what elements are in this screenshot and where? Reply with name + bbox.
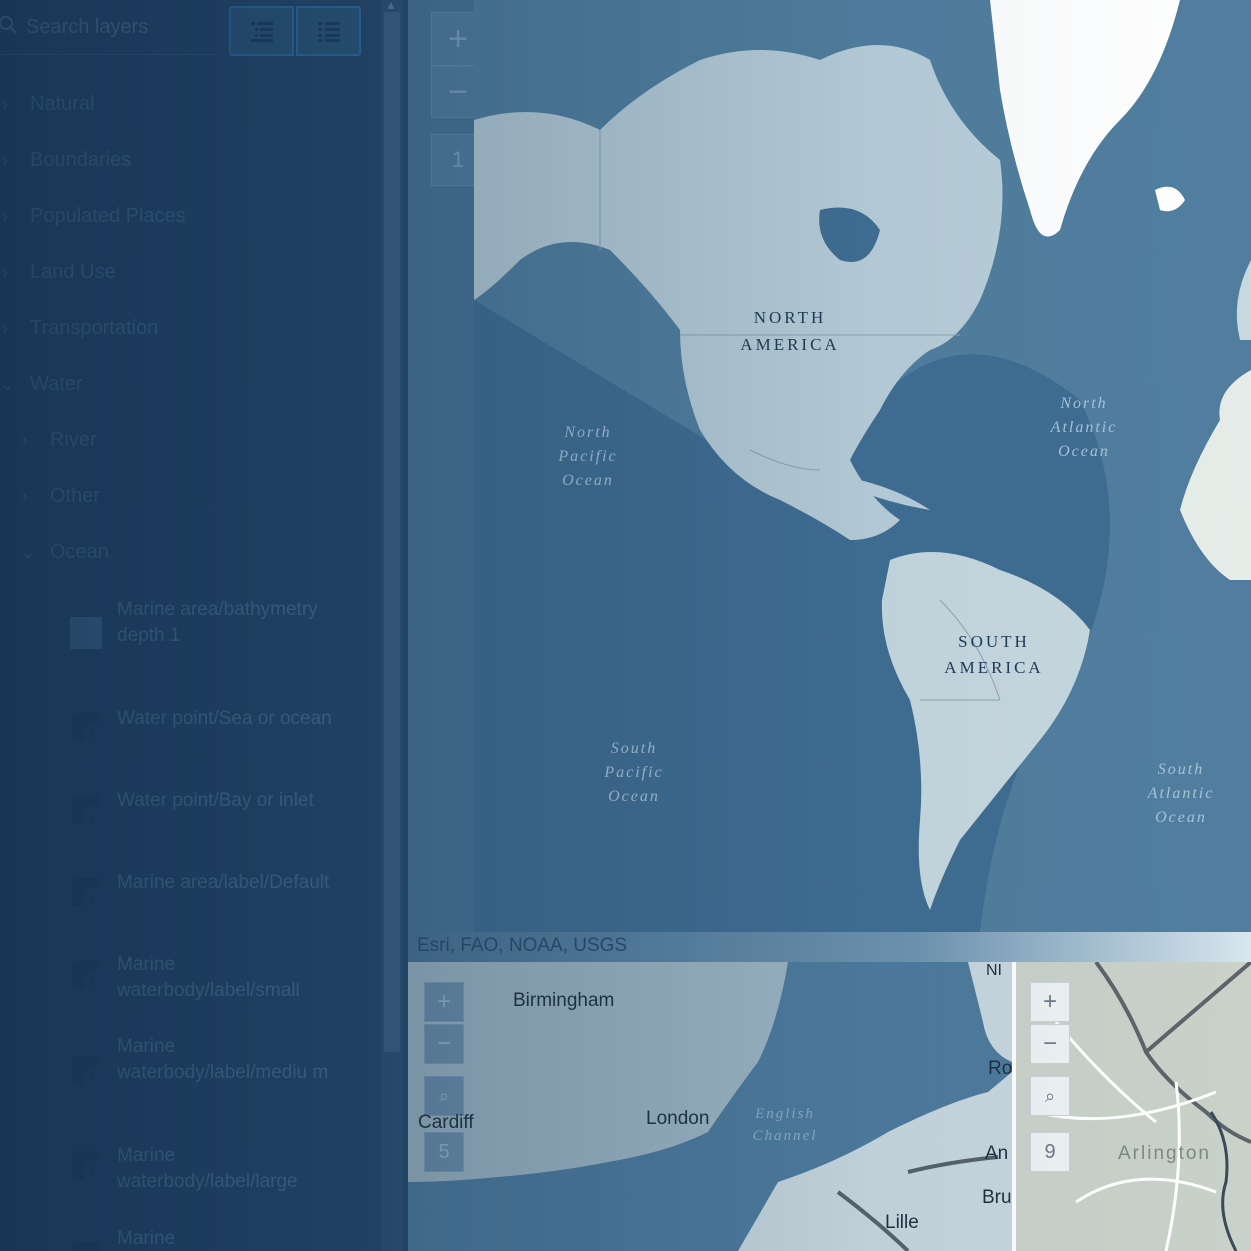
chevron-right-icon[interactable]: › <box>22 430 28 451</box>
tree-item-river[interactable]: River <box>50 429 97 452</box>
chevron-right-icon[interactable]: › <box>2 94 8 115</box>
zoom-level-indicator: 5 <box>424 1132 464 1172</box>
ocean-label: North Pacific Ocean <box>558 424 618 489</box>
tree-item-water[interactable]: Water <box>30 373 83 396</box>
search-icon[interactable]: ⌕ <box>424 1076 464 1116</box>
continent-label: AMERICA <box>740 335 840 354</box>
label-marker-icon <box>72 713 100 741</box>
legend-item-label: Marine waterbody/label/mediu m <box>117 1036 329 1083</box>
list-icon <box>317 22 340 42</box>
search-layers-row[interactable]: Search layers <box>0 0 215 55</box>
chevron-right-icon[interactable]: › <box>2 318 8 339</box>
list-indent-icon <box>250 22 273 42</box>
city-label: Ro <box>988 1058 1012 1079</box>
map-attribution: Esri, FAO, NOAA, USGS <box>408 932 1251 962</box>
label-marker-icon <box>72 1242 100 1251</box>
chevron-down-icon[interactable]: ⌄ <box>20 542 35 563</box>
city-label: Cardiff <box>418 1112 474 1133</box>
legend-item-label: Marine area/label/Default <box>117 872 330 893</box>
search-icon[interactable]: ⌕ <box>1030 1076 1070 1116</box>
mini-zoom-in-button[interactable]: + <box>1030 982 1070 1022</box>
tree-item-transportation[interactable]: Transportation <box>30 317 158 340</box>
scroll-up-arrow-icon[interactable]: ▲ <box>385 0 397 12</box>
mini-zoom-out-button[interactable]: − <box>1030 1024 1070 1064</box>
tree-item-other[interactable]: Other <box>50 485 100 508</box>
label-marker-icon <box>72 1151 100 1179</box>
chevron-right-icon[interactable]: › <box>2 150 8 171</box>
attribution-text: Esri, FAO, NOAA, USGS <box>417 935 628 956</box>
tree-item-natural[interactable]: Natural <box>30 93 94 116</box>
ocean-label: South Atlantic Ocean <box>1147 761 1215 826</box>
legend-item-label: Marine waterbody/label/large <box>117 1145 298 1192</box>
chevron-right-icon[interactable]: › <box>22 486 28 507</box>
legend-item-label: Water point/Sea or ocean <box>117 708 332 729</box>
label-marker-icon <box>72 961 100 989</box>
city-label: NI <box>986 962 1002 979</box>
tree-item-land-use[interactable]: Land Use <box>30 261 116 284</box>
mini-zoom-out-button[interactable]: − <box>424 1024 464 1064</box>
continent-label: NORTH <box>753 308 827 327</box>
ocean-label: North Atlantic Ocean <box>1050 395 1118 460</box>
city-label: An <box>985 1143 1009 1164</box>
search-icon <box>0 16 17 34</box>
mini-basemap-graphic <box>408 962 1012 1251</box>
label-marker-icon <box>72 1056 100 1084</box>
layer-list-panel: Search layers › Natural › Boundaries › P… <box>0 0 408 1251</box>
legend-item-label: Marine <box>117 1228 176 1249</box>
expand-all-button[interactable] <box>296 6 361 56</box>
fill-swatch-icon <box>70 617 102 649</box>
continent-label: SOUTH <box>958 632 1030 651</box>
city-label: London <box>646 1108 710 1129</box>
chevron-down-icon[interactable]: ⌄ <box>0 374 15 395</box>
search-input[interactable]: Search layers <box>26 16 148 39</box>
chevron-right-icon[interactable]: › <box>2 262 8 283</box>
legend-item-label: Water point/Bay or inlet <box>117 790 314 811</box>
city-label: Lille <box>885 1212 919 1233</box>
zoom-level-indicator: 9 <box>1030 1132 1070 1172</box>
tree-item-populated-places[interactable]: Populated Places <box>30 205 186 228</box>
chevron-right-icon[interactable]: › <box>2 206 8 227</box>
continent-label: AMERICA <box>944 658 1044 677</box>
scrollbar-thumb[interactable] <box>384 12 400 1052</box>
ocean-label: South Pacific Ocean <box>604 740 664 805</box>
place-label: Arlington <box>1118 1143 1211 1164</box>
legend-item-label: Marine area/bathymetry depth 1 <box>117 599 318 646</box>
mini-map-arlington[interactable]: + − ⌕ 9 Arlington <box>1016 962 1251 1251</box>
collapse-all-button[interactable] <box>229 6 294 56</box>
water-label: English Channel <box>752 1106 818 1144</box>
label-marker-icon <box>72 878 100 906</box>
legend-item-label: Marine waterbody/label/small <box>117 954 300 1001</box>
mini-zoom-in-button[interactable]: + <box>424 982 464 1022</box>
city-label: Birmingham <box>513 990 615 1011</box>
mini-map-europe[interactable]: + − ⌕ 5 Birmingham London Cardiff Lille … <box>408 962 1012 1251</box>
main-map-view[interactable]: NORTH AMERICA SOUTH AMERICA North Pacific… <box>474 0 1251 932</box>
city-label: Bru <box>982 1187 1012 1208</box>
label-marker-icon <box>72 796 100 824</box>
tree-item-boundaries[interactable]: Boundaries <box>30 149 131 172</box>
tree-item-ocean[interactable]: Ocean <box>50 541 109 564</box>
